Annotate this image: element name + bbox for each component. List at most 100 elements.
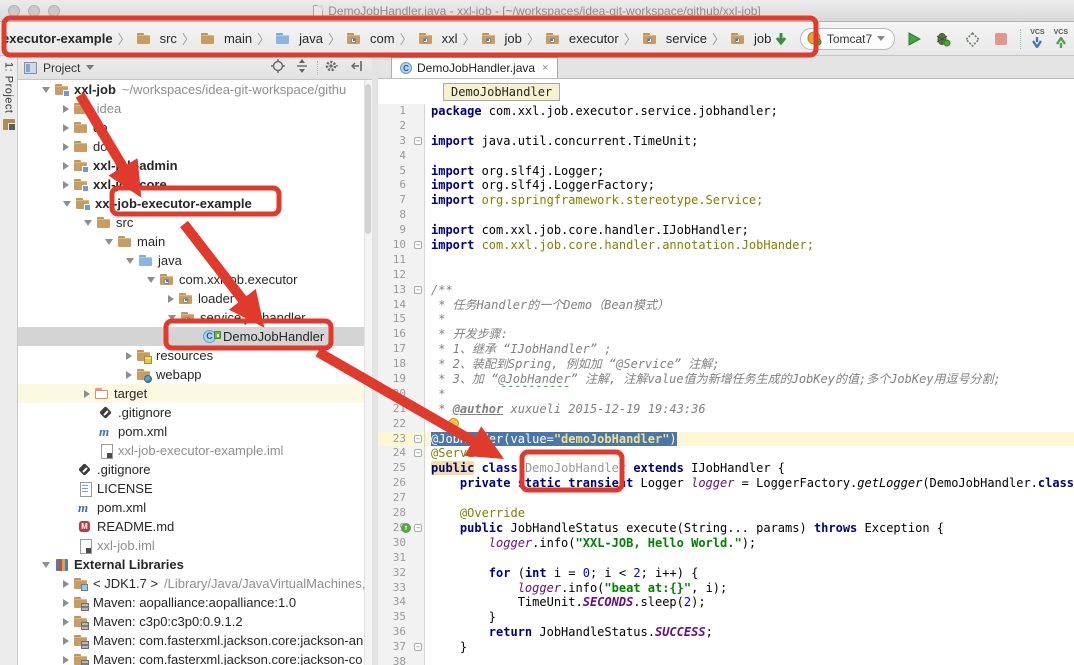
zoom-window-icon[interactable] (48, 5, 60, 17)
tree-collapse-arrow[interactable] (126, 258, 134, 264)
tree-row[interactable]: com.xxl.job.executor (18, 270, 372, 289)
tree-row[interactable]: xxl-job.iml (18, 536, 372, 555)
tree-collapse-arrow[interactable] (147, 277, 155, 283)
chevron-down-icon[interactable] (86, 65, 94, 71)
close-tab-icon[interactable]: × (542, 62, 548, 74)
fold-marker-icon[interactable]: − (414, 449, 422, 457)
tree-row[interactable]: xxl-job-core (18, 175, 372, 194)
vcs-update-button[interactable]: VCS (1030, 29, 1044, 48)
breadcrumb-item-xxl[interactable]: xxl (418, 31, 458, 47)
tree-expand-arrow[interactable] (63, 580, 69, 588)
tree-collapse-arrow[interactable] (42, 87, 50, 93)
project-tool-button[interactable]: 1: Project (3, 62, 15, 113)
tree-row[interactable]: src (18, 213, 372, 232)
settings-gear-icon[interactable] (324, 59, 342, 76)
breadcrumb-item-job[interactable]: job (481, 31, 522, 47)
fold-marker-icon[interactable]: − (414, 137, 422, 145)
tree-row[interactable]: .gitignore (18, 460, 372, 479)
code-editor[interactable]: DemoJobHandler 1package com.xxl.job.exec… (378, 79, 1074, 665)
breadcrumb-item-src[interactable]: src (136, 31, 177, 47)
tree-row[interactable]: Maven: c3p0:c3p0:0.9.1.2 (18, 612, 372, 631)
vcs-commit-button[interactable]: VCS (1054, 29, 1068, 48)
fold-marker-icon[interactable]: − (414, 241, 422, 249)
minimize-window-icon[interactable] (28, 5, 40, 17)
tree-row[interactable]: pom.xml (18, 422, 372, 441)
tree-scrollbar[interactable] (364, 80, 372, 665)
tree-row[interactable]: webapp (18, 365, 372, 384)
tree-row[interactable]: CDemoJobHandler (18, 327, 372, 346)
tree-expand-arrow[interactable] (63, 637, 69, 645)
tab-demojobhandler[interactable]: C DemoJobHandler.java × (391, 57, 558, 78)
tree-row[interactable]: service.jobhandler (18, 308, 372, 327)
tree-row[interactable]: main (18, 232, 372, 251)
tree-expand-arrow[interactable] (63, 162, 69, 170)
run-button[interactable] (904, 29, 924, 49)
coverage-button[interactable] (962, 29, 982, 49)
traffic-lights[interactable] (8, 5, 60, 17)
fold-marker-icon[interactable]: − (414, 524, 422, 532)
breadcrumb-item-executor-example[interactable]: executor-example (2, 31, 113, 46)
breadcrumb-item-main[interactable]: main (200, 31, 252, 47)
tree-row[interactable]: < JDK1.7 >/Library/Java/JavaVirtualMachi… (18, 574, 372, 593)
tree-expand-arrow[interactable] (63, 181, 69, 189)
breadcrumb-item-com[interactable]: com (346, 31, 395, 47)
green-down-arrow-icon[interactable] (771, 29, 791, 49)
tree-row[interactable]: loader (18, 289, 372, 308)
breadcrumb-item-service[interactable]: service (642, 31, 707, 47)
tree-expand-arrow[interactable] (63, 618, 69, 626)
fold-marker-icon[interactable]: − (414, 286, 422, 294)
code-line: 4 (378, 149, 1074, 164)
hide-panel-icon[interactable] (348, 59, 366, 76)
tree-expand-arrow[interactable] (63, 124, 69, 132)
close-window-icon[interactable] (8, 5, 20, 17)
tree-expand-arrow[interactable] (63, 599, 69, 607)
webapp-icon (136, 367, 152, 383)
breadcrumb[interactable]: executor-example〉src〉main〉java〉com〉xxl〉j… (0, 29, 771, 48)
tree-row[interactable]: .gitignore (18, 403, 372, 422)
tree-row[interactable]: README.md (18, 517, 372, 536)
intention-bulb-icon[interactable] (448, 418, 459, 429)
tree-row[interactable]: Maven: com.fasterxml.jackson.core:jackso… (18, 631, 372, 650)
fold-marker-icon[interactable]: − (414, 643, 422, 651)
tree-row[interactable]: resources (18, 346, 372, 365)
tree-row[interactable]: pom.xml (18, 498, 372, 517)
tree-expand-arrow[interactable] (126, 352, 132, 360)
fold-marker-icon[interactable]: − (414, 435, 422, 443)
tree-expand-arrow[interactable] (168, 295, 174, 303)
tree-row[interactable]: .idea (18, 99, 372, 118)
override-method-icon[interactable]: ↑ (401, 523, 411, 533)
tree-expand-arrow[interactable] (63, 143, 69, 151)
run-configuration-select[interactable]: Tomcat7 (800, 28, 895, 50)
tree-row[interactable]: java (18, 251, 372, 270)
breadcrumb-item-jobhandler[interactable]: jobhandler (730, 31, 771, 47)
debug-button[interactable] (933, 29, 953, 49)
locate-icon[interactable] (269, 59, 287, 76)
tree-row[interactable]: target (18, 384, 372, 403)
tree-collapse-arrow[interactable] (168, 315, 176, 321)
tree-expand-arrow[interactable] (126, 371, 132, 379)
tree-expand-arrow[interactable] (63, 105, 69, 113)
tree-collapse-arrow[interactable] (84, 220, 92, 226)
tree-row[interactable]: LICENSE (18, 479, 372, 498)
tree-row[interactable]: db (18, 118, 372, 137)
collapse-all-icon[interactable] (293, 59, 311, 76)
tree-collapse-arrow[interactable] (105, 239, 113, 245)
tree-collapse-arrow[interactable] (42, 562, 50, 568)
tree-row[interactable]: External Libraries (18, 555, 372, 574)
tree-row[interactable]: Maven: aopalliance:aopalliance:1.0 (18, 593, 372, 612)
tree-item-path: /Library/Java/JavaVirtualMachines, (164, 576, 365, 591)
tree-row[interactable]: doc (18, 137, 372, 156)
tree-collapse-arrow[interactable] (63, 201, 71, 207)
stop-button[interactable] (991, 29, 1011, 49)
tree-row[interactable]: xxl-job-admin (18, 156, 372, 175)
tree-expand-arrow[interactable] (84, 390, 90, 398)
project-tree[interactable]: xxl-job~/workspaces/idea-git-workspace/g… (18, 80, 372, 665)
tree-row[interactable]: xxl-job-executor-example.iml (18, 441, 372, 460)
tree-row[interactable]: xxl-job~/workspaces/idea-git-workspace/g… (18, 80, 372, 99)
iml-icon (98, 443, 114, 459)
breadcrumb-item-java[interactable]: java (275, 31, 323, 47)
tree-row[interactable]: xxl-job-executor-example (18, 194, 372, 213)
tree-expand-arrow[interactable] (63, 656, 69, 664)
tree-row[interactable]: Maven: com.fasterxml.jackson.core:jackso… (18, 650, 372, 665)
breadcrumb-item-executor[interactable]: executor (545, 31, 619, 47)
